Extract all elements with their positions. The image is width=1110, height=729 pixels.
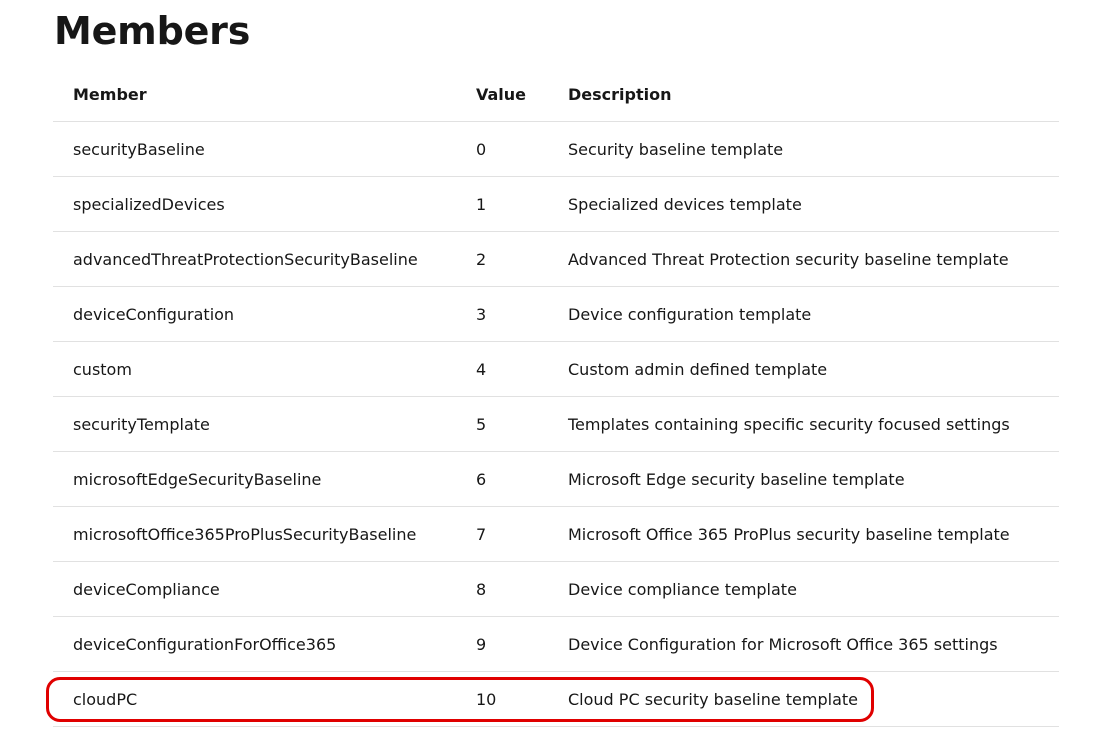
row-member: deviceCompliance (53, 561, 456, 617)
table-row: microsoftOffice365ProPlusSecurityBaselin… (53, 506, 1059, 562)
table-row: deviceCompliance 8 Device compliance tem… (53, 561, 1059, 617)
header-member: Member (53, 67, 456, 122)
table-row: securityTemplate 5 Templates containing … (53, 396, 1059, 452)
row-description: Templates containing specific security f… (548, 396, 1059, 452)
row-member: specializedDevices (53, 176, 456, 232)
row-description: Device Configuration for Microsoft Offic… (548, 616, 1059, 672)
row-description: Device compliance template (548, 561, 1059, 617)
row-value: 2 (456, 231, 548, 287)
row-member: advancedThreatProtectionSecurityBaseline (53, 231, 456, 287)
table-row: specializedDevices 1 Specialized devices… (53, 176, 1059, 232)
row-member: deviceConfiguration (53, 286, 456, 342)
header-value: Value (456, 67, 548, 122)
row-description: Cloud PC security baseline template (548, 671, 1059, 727)
table-row-highlighted: cloudPC 10 Cloud PC security baseline te… (53, 671, 1059, 727)
row-description: Microsoft Office 365 ProPlus security ba… (548, 506, 1059, 562)
page-title: Members (54, 9, 251, 53)
row-value: 6 (456, 451, 548, 507)
table-row: deviceConfigurationForOffice365 9 Device… (53, 616, 1059, 672)
row-value: 3 (456, 286, 548, 342)
members-table: Member Value Description securityBaselin… (53, 67, 1059, 727)
table-row: advancedThreatProtectionSecurityBaseline… (53, 231, 1059, 287)
row-member: microsoftOffice365ProPlusSecurityBaselin… (53, 506, 456, 562)
row-description: Custom admin defined template (548, 341, 1059, 397)
table-header-row: Member Value Description (53, 67, 1059, 122)
row-value: 7 (456, 506, 548, 562)
row-member: securityTemplate (53, 396, 456, 452)
header-description: Description (548, 67, 1059, 122)
row-value: 8 (456, 561, 548, 617)
row-description: Microsoft Edge security baseline templat… (548, 451, 1059, 507)
row-description: Advanced Threat Protection security base… (548, 231, 1059, 287)
row-value: 5 (456, 396, 548, 452)
table-row: microsoftEdgeSecurityBaseline 6 Microsof… (53, 451, 1059, 507)
row-member: microsoftEdgeSecurityBaseline (53, 451, 456, 507)
row-member: securityBaseline (53, 121, 456, 177)
row-description: Security baseline template (548, 121, 1059, 177)
row-description: Device configuration template (548, 286, 1059, 342)
table-row: deviceConfiguration 3 Device configurati… (53, 286, 1059, 342)
table-row: securityBaseline 0 Security baseline tem… (53, 121, 1059, 177)
row-value: 4 (456, 341, 548, 397)
row-description: Specialized devices template (548, 176, 1059, 232)
row-member: custom (53, 341, 456, 397)
row-value: 9 (456, 616, 548, 672)
row-value: 1 (456, 176, 548, 232)
row-value: 0 (456, 121, 548, 177)
row-member: cloudPC (53, 671, 456, 727)
table-row: custom 4 Custom admin defined template (53, 341, 1059, 397)
row-member: deviceConfigurationForOffice365 (53, 616, 456, 672)
row-value: 10 (456, 671, 548, 727)
